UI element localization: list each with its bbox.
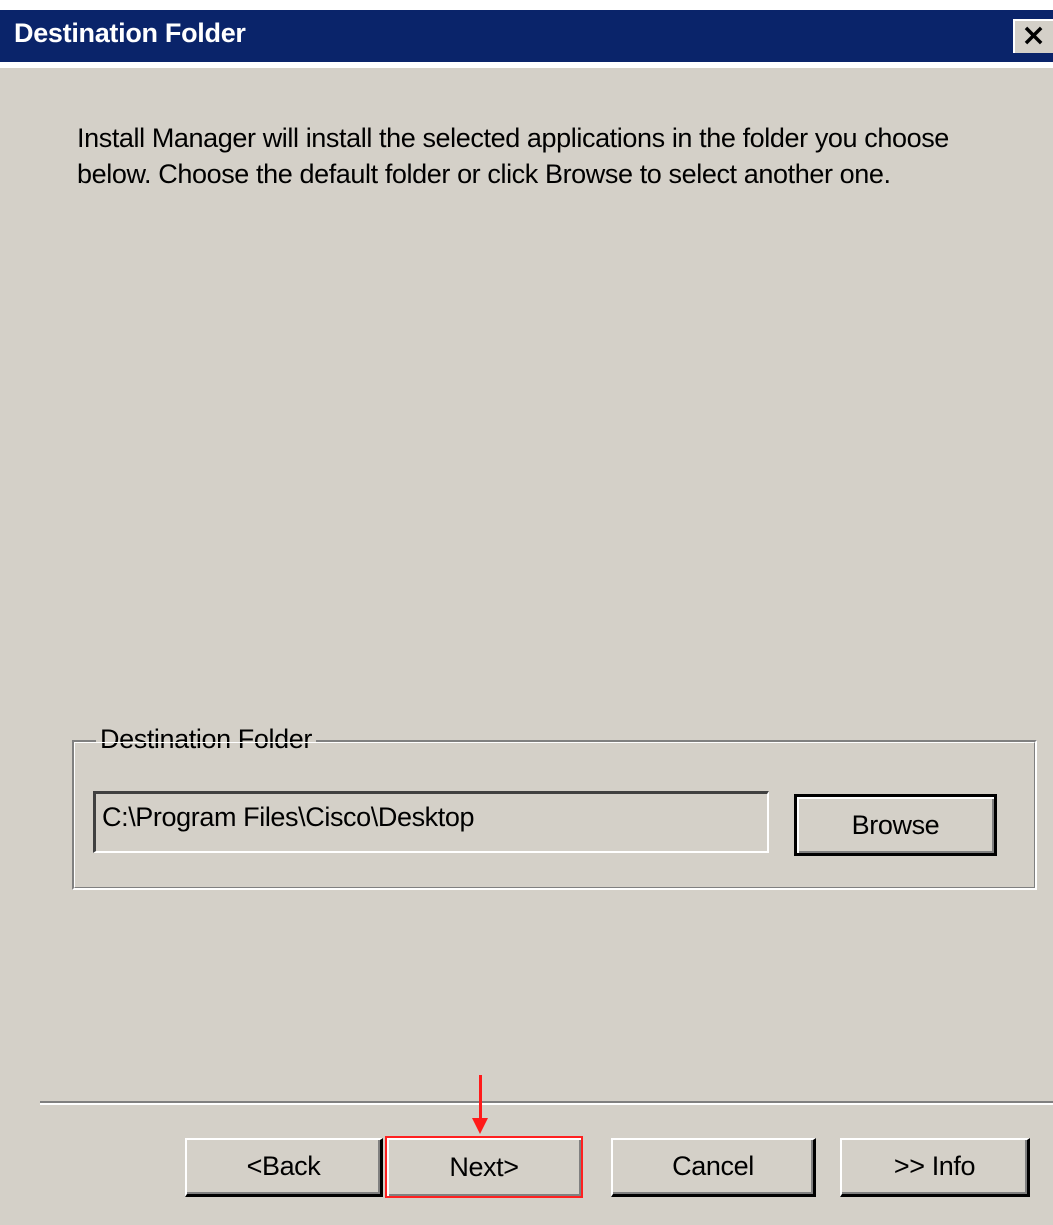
instruction-text: Install Manager will install the selecte…: [77, 120, 1037, 192]
destination-folder-legend: Destination Folder: [96, 724, 316, 755]
instruction-line-2: below. Choose the default folder or clic…: [77, 159, 891, 189]
destination-path-field[interactable]: C:\Program Files\Cisco\Desktop: [93, 791, 769, 853]
browse-button[interactable]: Browse: [794, 794, 997, 856]
dialog-title: Destination Folder: [14, 18, 246, 48]
button-separator: [40, 1101, 1053, 1105]
next-button[interactable]: Next>: [385, 1136, 583, 1198]
destination-folder-group: Destination Folder C:\Program Files\Cisc…: [72, 724, 1037, 890]
annotation-arrow-shaft: [479, 1075, 482, 1119]
cancel-button[interactable]: Cancel: [611, 1138, 816, 1197]
annotation-arrow-icon: [472, 1118, 488, 1134]
instruction-line-1: Install Manager will install the selecte…: [77, 123, 949, 153]
close-icon: ×: [1021, 18, 1047, 53]
install-manager-dialog: Destination Folder × Install Manager wil…: [0, 0, 1053, 1225]
close-button[interactable]: ×: [1013, 19, 1053, 53]
title-bar: Destination Folder ×: [0, 0, 1053, 68]
back-button[interactable]: <Back: [185, 1138, 383, 1197]
info-button[interactable]: >> Info: [840, 1138, 1030, 1197]
